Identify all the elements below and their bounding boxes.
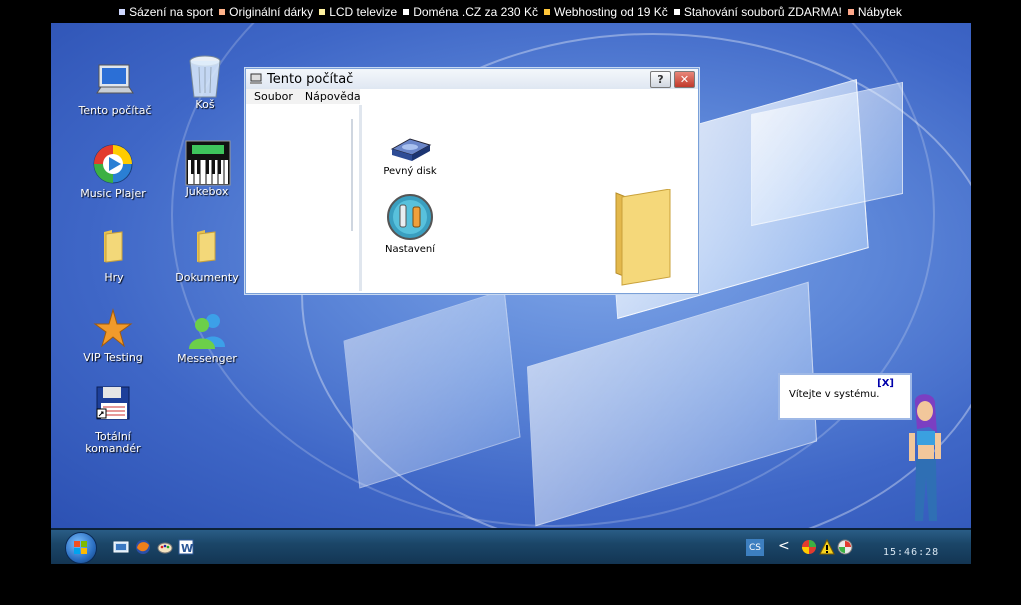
ad-link-5[interactable]: Webhosting od 19 Kč	[543, 5, 668, 19]
bullet-icon	[403, 8, 410, 15]
windows-logo-icon	[74, 541, 87, 554]
desktop-icon-dokumenty[interactable]: Dokumenty	[167, 226, 247, 284]
desktop-icon-vip-testing[interactable]: VIP Testing	[73, 306, 153, 364]
computer-icon	[250, 73, 262, 85]
word-icon[interactable]: W	[178, 539, 194, 555]
close-button[interactable]: ✕	[674, 70, 695, 88]
welcome-notification: [X] Vítejte v systému.	[778, 373, 912, 420]
ad-link-6[interactable]: Stahování souborů ZDARMA!	[673, 5, 842, 19]
language-indicator[interactable]: CS	[746, 539, 764, 556]
desktop-icon-hry[interactable]: Hry	[74, 226, 154, 284]
start-button[interactable]	[65, 532, 97, 564]
firefox-icon[interactable]	[135, 539, 151, 555]
clock: 15:46:28	[883, 547, 940, 558]
messenger-icon	[185, 307, 229, 351]
window-item-settings[interactable]: Nastavení	[375, 193, 445, 255]
hard-disk-icon	[375, 135, 445, 166]
ad-link-3[interactable]: LCD televize	[319, 5, 397, 19]
menu-soubor[interactable]: Soubor	[248, 89, 299, 104]
show-hidden-icons-chevron[interactable]: <	[778, 538, 790, 554]
bullet-icon	[847, 8, 854, 15]
notification-close-button[interactable]: [X]	[877, 378, 894, 389]
notification-message: Vítejte v systému.	[789, 389, 880, 400]
desktop-icon-messenger[interactable]: Messenger	[167, 307, 247, 365]
desktop-icon-recycle-bin[interactable]: Koš	[165, 53, 245, 111]
desktop-icon-computer[interactable]: Tento počítač	[75, 59, 155, 117]
star-icon	[91, 306, 135, 350]
my-computer-window: Tento počítač ? ✕ Soubor Nápověda Pevný …	[245, 68, 699, 294]
ad-link-2[interactable]: Originální dárky	[219, 5, 313, 19]
window-titlebar[interactable]: Tento počítač ? ✕	[246, 69, 698, 89]
network-icon[interactable]	[801, 539, 817, 555]
settings-icon	[375, 193, 445, 244]
bullet-icon	[119, 8, 126, 15]
ad-link-7[interactable]: Nábytek	[847, 5, 902, 19]
folder-icon	[185, 226, 229, 270]
side-panel-scrollbar[interactable]	[351, 119, 353, 231]
bullet-icon	[219, 8, 226, 15]
help-button[interactable]: ?	[650, 70, 671, 88]
window-side-panel	[247, 105, 362, 291]
window-title: Tento počítač	[267, 71, 354, 87]
bullet-icon	[543, 8, 550, 15]
folder-icon	[92, 226, 136, 270]
show-desktop-icon[interactable]	[113, 539, 129, 555]
menu-napoveda[interactable]: Nápověda	[299, 89, 367, 104]
media-player-icon	[91, 142, 135, 186]
svg-text:W: W	[181, 542, 193, 555]
paint-icon[interactable]	[157, 539, 173, 555]
keyboard-icon	[185, 140, 231, 186]
ad-link-4[interactable]: Doména .CZ za 230 Kč	[403, 5, 538, 19]
security-icon[interactable]	[837, 539, 853, 555]
window-item-hard-disk[interactable]: Pevný disk	[375, 135, 445, 177]
ad-bar: Sázení na sport Originální dárky LCD tel…	[0, 0, 1021, 23]
window-menubar: Soubor Nápověda	[246, 89, 361, 104]
desktop-icon-music-plajer[interactable]: Music Plajer	[73, 142, 153, 200]
bullet-icon	[319, 8, 326, 15]
taskbar: W CS < 15:46:28	[51, 528, 971, 564]
floppy-icon	[91, 385, 135, 429]
desktop-icon-jukebox[interactable]: Jukebox	[167, 140, 247, 198]
bullet-icon	[673, 8, 680, 15]
recycle-bin-icon	[183, 53, 227, 98]
ad-link-1[interactable]: Sázení na sport	[119, 5, 213, 19]
warning-icon[interactable]	[819, 538, 835, 555]
computer-icon	[93, 59, 137, 103]
folder-icon	[612, 188, 672, 289]
desktop-icon-totalni-komander[interactable]: Totální komandér	[73, 385, 153, 455]
